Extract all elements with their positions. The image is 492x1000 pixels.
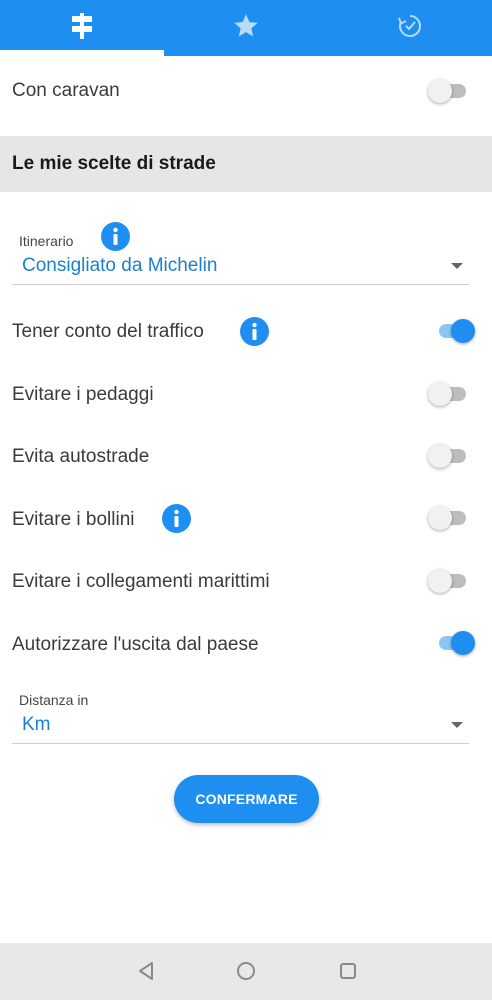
ferries-toggle[interactable]	[428, 567, 468, 595]
option-label: Tener conto del traffico	[12, 321, 204, 342]
recents-icon[interactable]	[336, 959, 360, 983]
traffic-toggle[interactable]	[435, 317, 475, 345]
chevron-down-icon	[451, 263, 463, 269]
option-row-highways[interactable]: Evita autostrade	[0, 429, 492, 483]
option-row-border[interactable]: Autorizzare l'uscita dal paese	[0, 616, 492, 670]
highways-toggle[interactable]	[428, 442, 468, 470]
option-label: Evitare i bollini	[12, 509, 135, 530]
info-icon[interactable]	[101, 222, 130, 251]
tab-favorites[interactable]	[164, 0, 328, 56]
info-icon[interactable]	[240, 317, 269, 346]
tab-history[interactable]	[328, 0, 492, 56]
tab-routes[interactable]	[0, 0, 164, 56]
tab-bar	[0, 0, 492, 56]
history-icon	[396, 12, 424, 45]
itinerary-dropdown[interactable]: Itinerario Consigliato da Michelin	[0, 218, 492, 286]
caravan-toggle[interactable]	[428, 77, 468, 105]
field-underline	[12, 284, 469, 285]
system-nav-bar	[0, 943, 492, 1000]
home-icon[interactable]	[234, 959, 258, 983]
confirm-button[interactable]: CONFERMARE	[174, 775, 319, 823]
section-title: Le mie scelte di strade	[12, 153, 216, 174]
option-row-vignettes[interactable]: Evitare i bollini	[0, 491, 492, 545]
option-label: Evita autostrade	[12, 446, 150, 467]
active-tab-indicator	[0, 50, 164, 56]
chevron-down-icon	[451, 722, 463, 728]
signpost-icon	[69, 12, 95, 45]
option-label: Evitare i pedaggi	[12, 384, 154, 405]
distance-dropdown[interactable]: Distanza in Km	[0, 686, 492, 746]
back-icon[interactable]	[134, 959, 158, 983]
option-row-ferries[interactable]: Evitare i collegamenti marittimi	[0, 554, 492, 608]
info-icon[interactable]	[162, 504, 191, 533]
star-icon	[232, 12, 260, 45]
distance-value: Km	[22, 714, 51, 735]
caravan-label: Con caravan	[12, 80, 120, 101]
vignettes-toggle[interactable]	[428, 504, 468, 532]
option-label: Evitare i collegamenti marittimi	[12, 571, 270, 592]
itinerary-label: Itinerario	[19, 233, 74, 249]
caravan-row[interactable]: Con caravan	[0, 64, 492, 118]
option-label: Autorizzare l'uscita dal paese	[12, 634, 259, 655]
section-header: Le mie scelte di strade	[0, 136, 492, 192]
border-toggle[interactable]	[435, 629, 475, 657]
tolls-toggle[interactable]	[428, 380, 468, 408]
field-underline	[12, 743, 469, 744]
itinerary-value: Consigliato da Michelin	[22, 255, 218, 276]
option-row-traffic[interactable]: Tener conto del traffico	[0, 304, 492, 358]
option-row-tolls[interactable]: Evitare i pedaggi	[0, 367, 492, 421]
distance-label: Distanza in	[19, 692, 89, 708]
